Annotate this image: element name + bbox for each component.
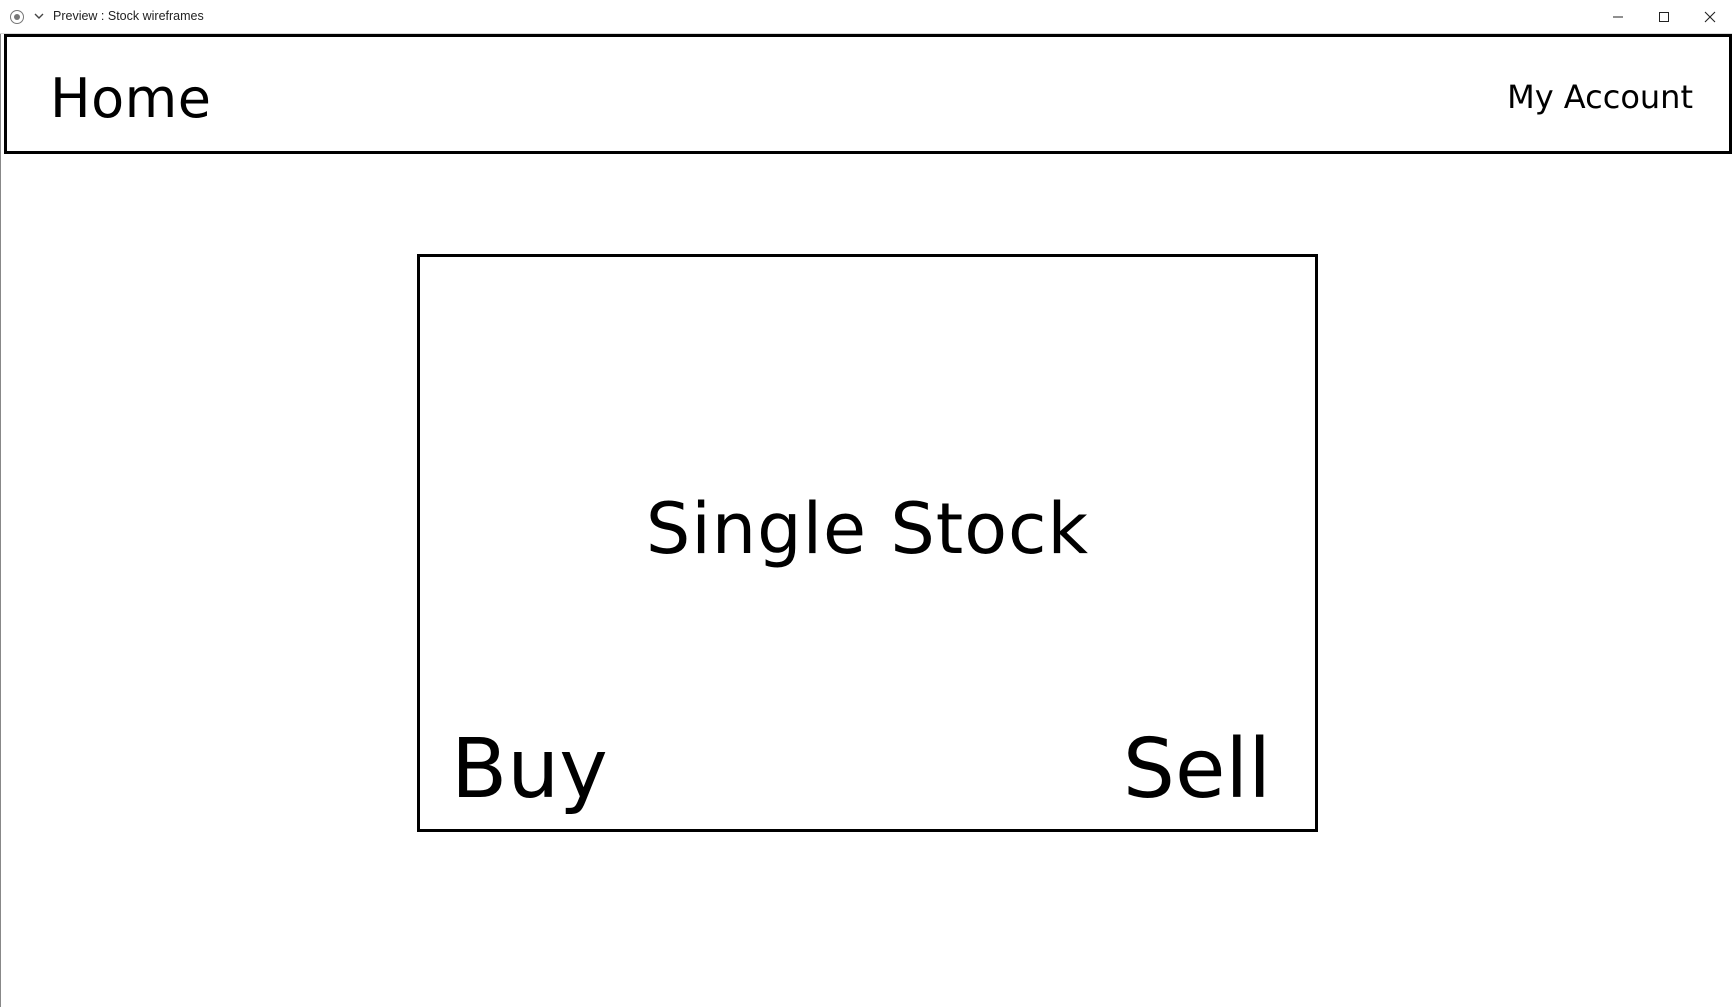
home-link[interactable]: Home: [50, 67, 211, 131]
chevron-down-icon[interactable]: [32, 8, 46, 22]
minimize-button[interactable]: [1595, 0, 1641, 34]
preview-window: Preview : Stock wireframes Home My Accou…: [0, 0, 1732, 1007]
top-nav-bar: Home My Account: [4, 34, 1732, 154]
close-icon: [1704, 11, 1716, 23]
maximize-icon: [1659, 12, 1669, 22]
minimize-icon: [1613, 16, 1623, 18]
window-title: Preview : Stock wireframes: [53, 9, 204, 23]
stock-title: Single Stock: [645, 488, 1090, 570]
sell-button[interactable]: Sell: [1123, 722, 1271, 818]
wireframe-canvas: Home My Account Single Stock Buy Sell: [0, 34, 1732, 1007]
close-button[interactable]: [1687, 0, 1732, 34]
my-account-link[interactable]: My Account: [1507, 77, 1693, 117]
app-icon[interactable]: [10, 10, 24, 24]
maximize-button[interactable]: [1641, 0, 1687, 34]
single-stock-card: Single Stock Buy Sell: [417, 254, 1318, 832]
title-bar: Preview : Stock wireframes: [0, 0, 1732, 34]
buy-button[interactable]: Buy: [451, 722, 608, 818]
